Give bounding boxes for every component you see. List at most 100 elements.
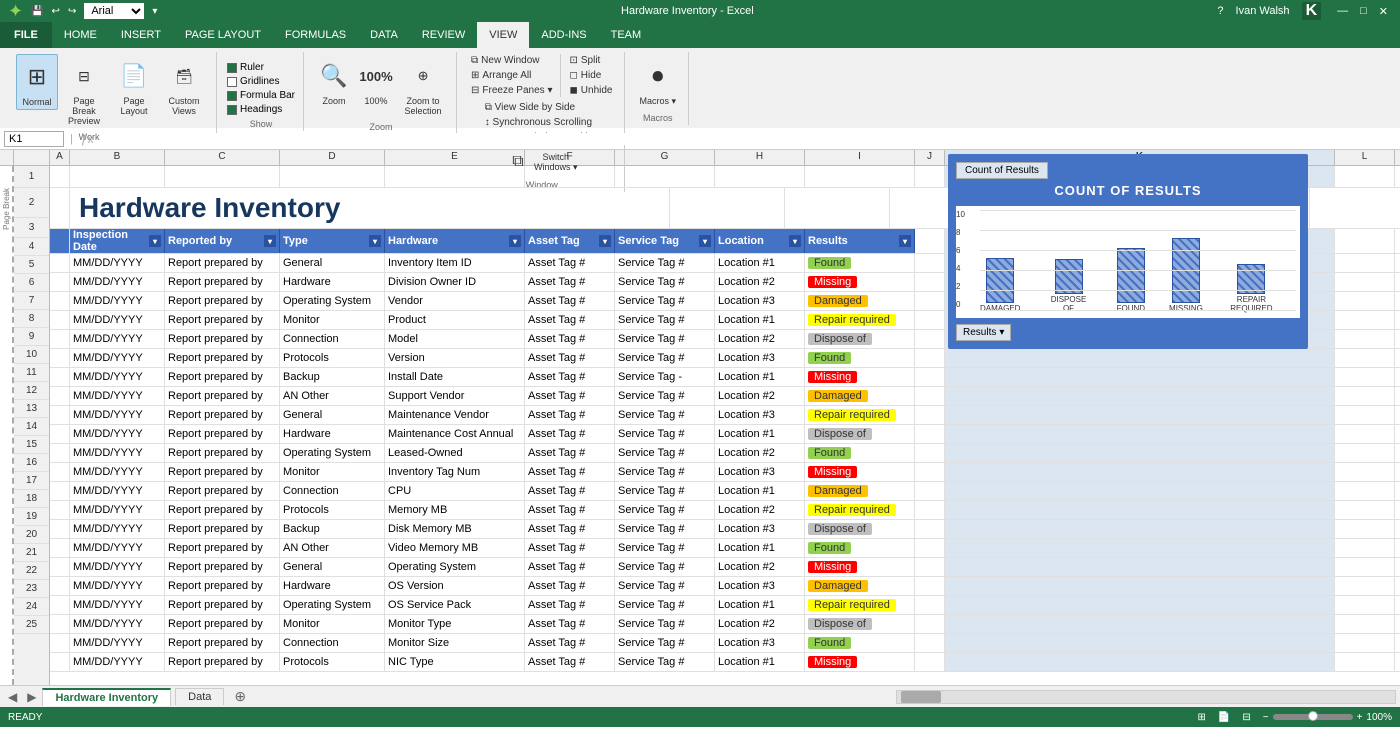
cell-g10[interactable]: Service Tag - [615,368,715,386]
cell-l17[interactable] [1335,501,1395,519]
cell-b23[interactable]: MM/DD/YYYY [70,615,165,633]
cell-a20[interactable] [50,558,70,576]
cell-m19[interactable] [1395,539,1400,557]
cell-i9[interactable]: Found [805,349,915,367]
cell-d23[interactable]: Monitor [280,615,385,633]
tab-home[interactable]: HOME [52,22,109,48]
cell-j23[interactable] [915,615,945,633]
cell-g20[interactable]: Service Tag # [615,558,715,576]
cell-b14[interactable]: MM/DD/YYYY [70,444,165,462]
cell-c15[interactable]: Report prepared by [165,463,280,481]
cell-g14[interactable]: Service Tag # [615,444,715,462]
cell-e9[interactable]: Version [385,349,525,367]
cell-c25[interactable]: Report prepared by [165,653,280,671]
cell-m12[interactable] [1395,406,1400,424]
cell-g11[interactable]: Service Tag # [615,387,715,405]
page-break-preview-btn[interactable]: ⊟ Page Break Preview [60,54,108,128]
cell-g5[interactable]: Service Tag # [615,273,715,291]
cell-c19[interactable]: Report prepared by [165,539,280,557]
add-sheet-btn[interactable]: ⊕ [228,686,252,707]
cell-b22[interactable]: MM/DD/YYYY [70,596,165,614]
tab-data[interactable]: Data [175,688,224,705]
formulabar-checkbox-label[interactable]: Formula Bar [227,90,295,101]
cell-b6[interactable]: MM/DD/YYYY [70,292,165,310]
row-num-21[interactable]: 21 [14,544,49,562]
cell-g21[interactable]: Service Tag # [615,577,715,595]
cell-f7[interactable]: Asset Tag # [525,311,615,329]
cell-c12[interactable]: Report prepared by [165,406,280,424]
cell-g9[interactable]: Service Tag # [615,349,715,367]
custom-views-btn[interactable]: 🗃 Custom Views [160,54,208,118]
cell-h22[interactable]: Location #1 [715,596,805,614]
tab-addins[interactable]: ADD-INS [529,22,598,48]
cell-i19[interactable]: Found [805,539,915,557]
cell-m6[interactable] [1395,292,1400,310]
cell-d7[interactable]: Monitor [280,311,385,329]
cell-a10[interactable] [50,368,70,386]
row-num-20[interactable]: 20 [14,526,49,544]
cell-b16[interactable]: MM/DD/YYYY [70,482,165,500]
cell-m18[interactable] [1395,520,1400,538]
header-a[interactable] [50,229,70,253]
cell-i16[interactable]: Damaged [805,482,915,500]
cell-b18[interactable]: MM/DD/YYYY [70,520,165,538]
cell-e21[interactable]: OS Version [385,577,525,595]
col-header-d[interactable]: D [280,150,385,165]
cell-h17[interactable]: Location #2 [715,501,805,519]
cell-f24[interactable]: Asset Tag # [525,634,615,652]
cell-a7[interactable] [50,311,70,329]
zoom-out-btn[interactable]: − [1263,712,1269,723]
cell-a11[interactable] [50,387,70,405]
row-num-15[interactable]: 15 [14,436,49,454]
cell-i11[interactable]: Damaged [805,387,915,405]
arrange-all-btn[interactable]: ⊞ Arrange All [467,69,556,82]
cell-f22[interactable]: Asset Tag # [525,596,615,614]
zoom-btn[interactable]: 🔍 Zoom [314,54,354,108]
cell-a5[interactable] [50,273,70,291]
cell-l24[interactable] [1335,634,1395,652]
cell-k18[interactable] [945,520,1335,538]
cell-k22[interactable] [945,596,1335,614]
cell-a12[interactable] [50,406,70,424]
cell-d2[interactable] [785,188,890,228]
cell-c23[interactable]: Report prepared by [165,615,280,633]
cell-k11[interactable] [945,387,1335,405]
cell-b12[interactable]: MM/DD/YYYY [70,406,165,424]
row-num-10[interactable]: 10 [14,346,49,364]
cell-f10[interactable]: Asset Tag # [525,368,615,386]
formula-input[interactable] [100,133,1396,145]
cell-k14[interactable] [945,444,1335,462]
cell-i4[interactable]: Found [805,254,915,272]
cell-a15[interactable] [50,463,70,481]
row-num-12[interactable]: 12 [14,382,49,400]
headings-checkbox-label[interactable]: Headings [227,104,295,115]
cell-m4[interactable] [1395,254,1400,272]
horizontal-scrollbar[interactable] [896,690,1396,704]
row-num-11[interactable]: 11 [14,364,49,382]
freeze-panes-btn[interactable]: ⊟ Freeze Panes ▾ [467,84,556,97]
help-btn[interactable]: ? [1217,5,1223,17]
cell-f5[interactable]: Asset Tag # [525,273,615,291]
cell-b13[interactable]: MM/DD/YYYY [70,425,165,443]
cell-i10[interactable]: Missing [805,368,915,386]
cell-m24[interactable] [1395,634,1400,652]
cell-a1[interactable] [50,166,70,187]
cell-g1[interactable] [615,166,715,187]
cell-h12[interactable]: Location #3 [715,406,805,424]
cell-c4[interactable]: Report prepared by [165,254,280,272]
cell-h14[interactable]: Location #2 [715,444,805,462]
cell-f20[interactable]: Asset Tag # [525,558,615,576]
cell-c1[interactable] [165,166,280,187]
cell-g7[interactable]: Service Tag # [615,311,715,329]
filter-hardware[interactable]: ▾ [509,235,521,247]
zoom-selection-btn[interactable]: ⊕ Zoom to Selection [398,54,448,118]
cell-b15[interactable]: MM/DD/YYYY [70,463,165,481]
cell-b10[interactable]: MM/DD/YYYY [70,368,165,386]
cell-l9[interactable] [1335,349,1395,367]
minimize-btn[interactable]: — [1333,5,1352,18]
ruler-checkbox[interactable] [227,63,237,73]
cell-g18[interactable]: Service Tag # [615,520,715,538]
cell-j4[interactable] [915,254,945,272]
cell-e18[interactable]: Disk Memory MB [385,520,525,538]
cell-e11[interactable]: Support Vendor [385,387,525,405]
